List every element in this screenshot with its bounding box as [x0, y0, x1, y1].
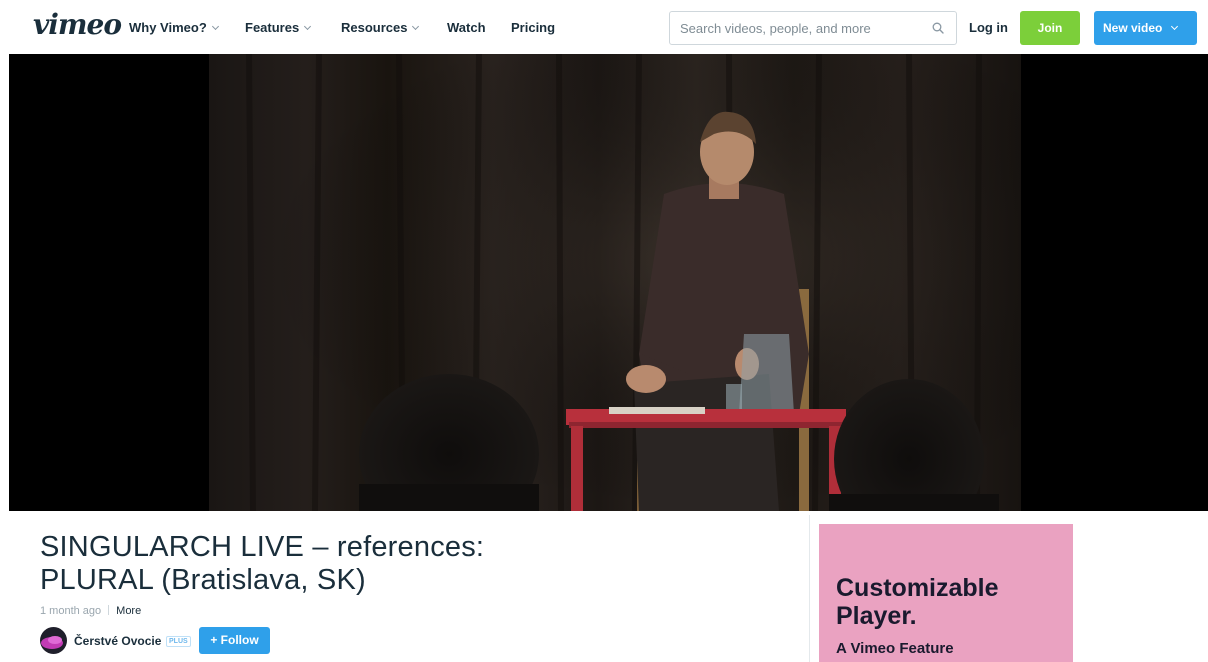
video-meta: 1 month ago More: [40, 604, 141, 617]
new-video-button[interactable]: New video: [1094, 11, 1197, 45]
search-box[interactable]: [669, 11, 957, 45]
plus-badge: PLUS: [166, 636, 191, 647]
channel-name[interactable]: Čerstvé Ovocie: [74, 634, 161, 648]
follow-button[interactable]: + Follow: [199, 627, 270, 654]
nav-pricing-label: Pricing: [511, 20, 556, 35]
chevron-down-icon: [412, 22, 420, 31]
meta-separator: [108, 605, 110, 615]
nav-why-vimeo[interactable]: Why Vimeo?: [129, 20, 219, 36]
nav-resources[interactable]: Resources: [341, 20, 420, 36]
video-title: SINGULARCH LIVE – references: PLURAL (Br…: [40, 531, 485, 596]
nav-watch[interactable]: Watch: [447, 20, 486, 36]
avatar[interactable]: [40, 627, 67, 654]
avatar-image: [41, 636, 63, 649]
posted-time: 1 month ago: [40, 605, 102, 617]
promo-banner[interactable]: Customizable Player. A Vimeo Feature: [819, 524, 1073, 662]
join-button[interactable]: Join: [1020, 11, 1080, 45]
nav-resources-label: Resources: [341, 20, 408, 35]
chevron-down-icon: [304, 22, 312, 31]
more-link[interactable]: More: [116, 605, 141, 617]
column-divider: [809, 515, 810, 662]
search-input[interactable]: [680, 19, 920, 37]
video-frame: [209, 54, 1021, 511]
vimeo-logo[interactable]: vimeo: [33, 11, 122, 39]
nav-why-vimeo-label: Why Vimeo?: [129, 20, 207, 35]
search-icon[interactable]: [932, 22, 944, 34]
chevron-down-icon: [211, 22, 219, 31]
login-link[interactable]: Log in: [969, 20, 1008, 35]
nav-features[interactable]: Features: [245, 20, 312, 36]
promo-title: Customizable Player.: [836, 574, 999, 630]
nav-features-label: Features: [245, 20, 300, 35]
nav-watch-label: Watch: [447, 20, 486, 35]
chevron-down-icon: [1171, 22, 1179, 31]
new-video-label: New video: [1103, 21, 1163, 35]
top-navigation: vimeo Why Vimeo? Features Resources Watc…: [0, 0, 1208, 54]
nav-pricing[interactable]: Pricing: [511, 20, 555, 36]
promo-subtitle: A Vimeo Feature: [836, 640, 954, 657]
video-player[interactable]: [9, 54, 1208, 511]
